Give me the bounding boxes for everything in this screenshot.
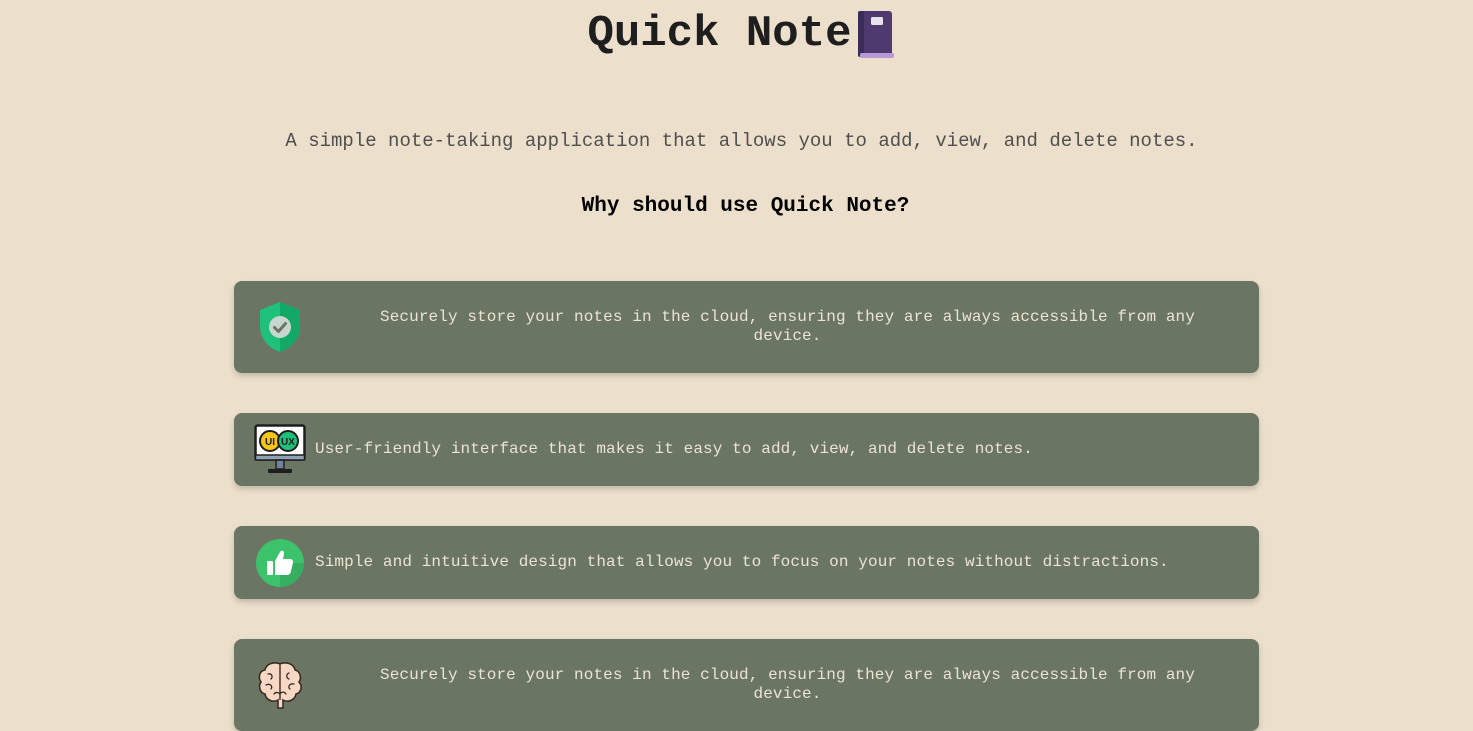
thumbs-up-icon xyxy=(255,538,305,588)
feature-card-ui: UI UX User-friendly interface that makes… xyxy=(234,413,1259,486)
svg-text:UX: UX xyxy=(281,437,295,448)
page: Quick Note A simple note-taking applicat… xyxy=(0,0,1473,731)
section-heading: Why should use Quick Note? xyxy=(581,195,910,218)
header: Quick Note xyxy=(0,4,1473,64)
feature-text: Securely store your notes in the cloud, … xyxy=(380,666,1195,703)
feature-text: User-friendly interface that makes it ea… xyxy=(315,440,1033,458)
page-title: Quick Note xyxy=(587,9,852,59)
notebook-icon xyxy=(854,9,898,61)
shield-check-icon xyxy=(256,300,304,354)
feature-card-secure: Securely store your notes in the cloud, … xyxy=(234,281,1259,373)
brain-icon xyxy=(256,658,304,712)
svg-text:UI: UI xyxy=(265,437,275,448)
feature-card-secure-2: Securely store your notes in the cloud, … xyxy=(234,639,1259,731)
feature-text: Securely store your notes in the cloud, … xyxy=(380,308,1195,345)
ui-ux-monitor-icon: UI UX xyxy=(254,423,306,476)
feature-card-simple: Simple and intuitive design that allows … xyxy=(234,526,1259,599)
feature-text: Simple and intuitive design that allows … xyxy=(315,553,1169,571)
app-description: A simple note-taking application that al… xyxy=(285,130,1198,152)
